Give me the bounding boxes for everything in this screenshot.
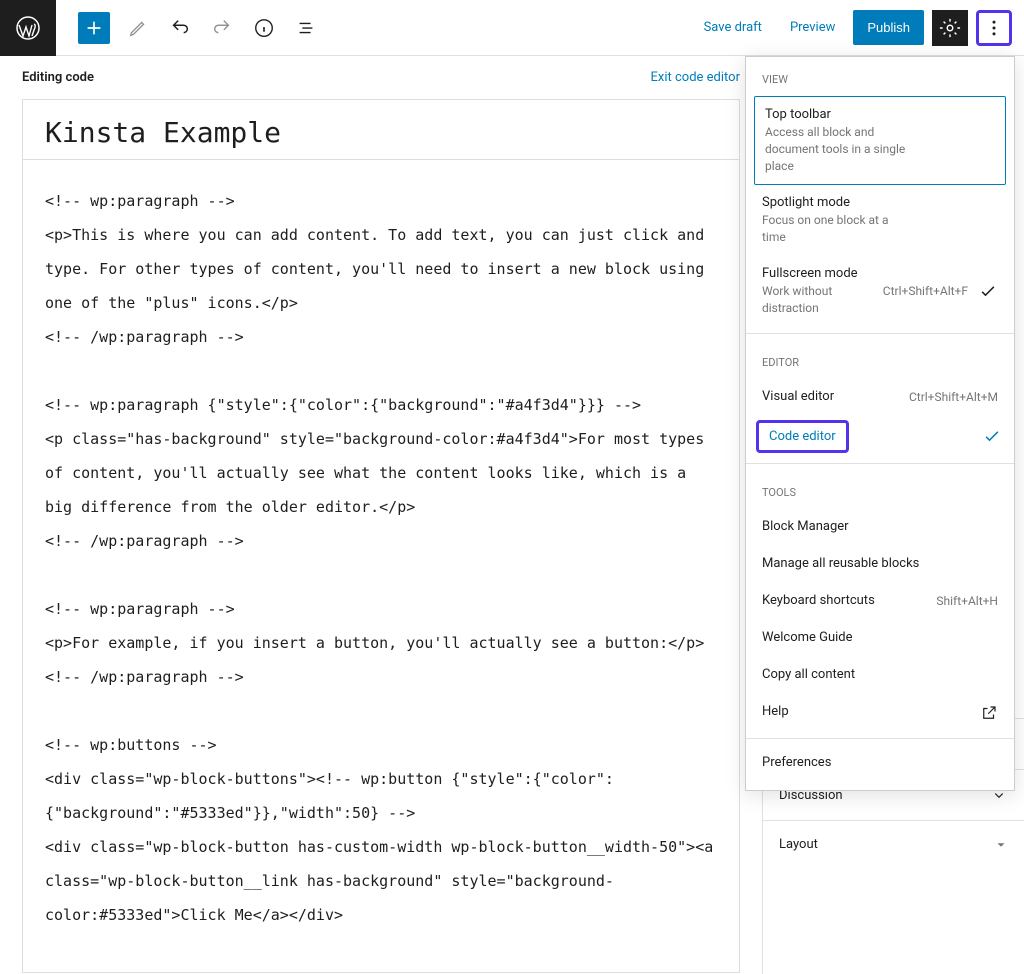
- wordpress-icon: [16, 16, 40, 40]
- post-title-input[interactable]: Kinsta Example: [23, 100, 739, 160]
- menu-item-visual-editor[interactable]: Visual editor Ctrl+Shift+Alt+M: [746, 379, 1014, 416]
- publish-button[interactable]: Publish: [853, 10, 924, 45]
- redo-button[interactable]: [204, 10, 240, 46]
- list-icon: [295, 17, 317, 39]
- menu-item-desc: Work without distraction: [762, 283, 883, 317]
- more-options-button[interactable]: [976, 10, 1012, 46]
- menu-item-spotlight-mode[interactable]: Spotlight mode Focus on one block at a t…: [746, 185, 1014, 256]
- add-block-button[interactable]: [78, 12, 110, 44]
- menu-item-title: Keyboard shortcuts: [762, 593, 936, 608]
- menu-item-title: Visual editor: [762, 389, 909, 404]
- menu-item-title: Code editor: [756, 420, 849, 453]
- code-editor-header: Editing code Exit code editor: [22, 56, 740, 99]
- menu-section-view: VIEW: [746, 57, 1014, 96]
- panel-layout[interactable]: Layout: [763, 820, 1024, 868]
- code-editor-column: Editing code Exit code editor Kinsta Exa…: [0, 56, 762, 974]
- external-link-icon: [980, 704, 998, 722]
- menu-item-title: Help: [762, 704, 970, 719]
- menu-item-title: Fullscreen mode: [762, 266, 883, 281]
- info-button[interactable]: [246, 10, 282, 46]
- menu-item-keyboard-shortcuts[interactable]: Keyboard shortcuts Shift+Alt+H: [746, 583, 1014, 620]
- menu-item-title: Copy all content: [762, 667, 855, 682]
- more-options-menu: VIEW Top toolbar Access all block and do…: [745, 56, 1015, 791]
- settings-button[interactable]: [932, 10, 968, 46]
- info-icon: [253, 17, 275, 39]
- menu-item-shortcut: Ctrl+Shift+Alt+M: [909, 390, 998, 404]
- menu-section-tools: TOOLS: [746, 470, 1014, 509]
- menu-item-title: Top toolbar: [765, 107, 995, 122]
- check-icon: [982, 426, 1002, 446]
- post-code-textarea[interactable]: <!-- wp:paragraph --> <p>This is where y…: [23, 160, 739, 972]
- preview-button[interactable]: Preview: [780, 12, 845, 43]
- undo-icon: [169, 17, 191, 39]
- menu-section-editor: EDITOR: [746, 340, 1014, 379]
- menu-item-title: Preferences: [762, 755, 831, 770]
- undo-button[interactable]: [162, 10, 198, 46]
- menu-item-title: Welcome Guide: [762, 630, 853, 645]
- save-draft-button[interactable]: Save draft: [694, 12, 772, 43]
- menu-item-title: Block Manager: [762, 519, 849, 534]
- menu-item-title: Spotlight mode: [762, 195, 998, 210]
- menu-item-welcome-guide[interactable]: Welcome Guide: [746, 620, 1014, 657]
- menu-item-code-editor[interactable]: Code editor: [746, 416, 1014, 457]
- wp-logo-button[interactable]: [0, 0, 56, 56]
- editing-code-label: Editing code: [22, 70, 94, 85]
- menu-item-block-manager[interactable]: Block Manager: [746, 509, 1014, 546]
- menu-item-shortcut: Shift+Alt+H: [936, 594, 998, 608]
- menu-item-title: Manage all reusable blocks: [762, 556, 919, 571]
- code-editor-box: Kinsta Example <!-- wp:paragraph --> <p>…: [22, 99, 740, 973]
- panel-label: Layout: [779, 837, 818, 852]
- more-vertical-icon: [984, 18, 1004, 38]
- toolbar-right-group: Save draft Preview Publish: [694, 10, 1012, 46]
- menu-item-copy-all[interactable]: Copy all content: [746, 657, 1014, 694]
- menu-item-desc: Focus on one block at a time: [762, 212, 912, 246]
- gear-icon: [939, 17, 961, 39]
- check-icon: [978, 281, 998, 301]
- menu-item-preferences[interactable]: Preferences: [746, 745, 1014, 782]
- caret-down-icon: [994, 838, 1008, 852]
- menu-item-shortcut: Ctrl+Shift+Alt+F: [883, 284, 968, 298]
- outline-button[interactable]: [288, 10, 324, 46]
- menu-item-help[interactable]: Help: [746, 694, 1014, 732]
- pencil-icon: [127, 17, 149, 39]
- redo-icon: [211, 17, 233, 39]
- edit-mode-button[interactable]: [120, 10, 156, 46]
- menu-item-fullscreen-mode[interactable]: Fullscreen mode Work without distraction…: [746, 256, 1014, 327]
- editor-top-toolbar: Save draft Preview Publish: [0, 0, 1024, 56]
- exit-code-editor-link[interactable]: Exit code editor: [651, 70, 740, 85]
- menu-item-top-toolbar[interactable]: Top toolbar Access all block and documen…: [754, 96, 1006, 185]
- menu-item-reusable-blocks[interactable]: Manage all reusable blocks: [746, 546, 1014, 583]
- menu-item-desc: Access all block and document tools in a…: [765, 124, 915, 174]
- toolbar-left-group: [56, 10, 324, 46]
- plus-icon: [83, 17, 105, 39]
